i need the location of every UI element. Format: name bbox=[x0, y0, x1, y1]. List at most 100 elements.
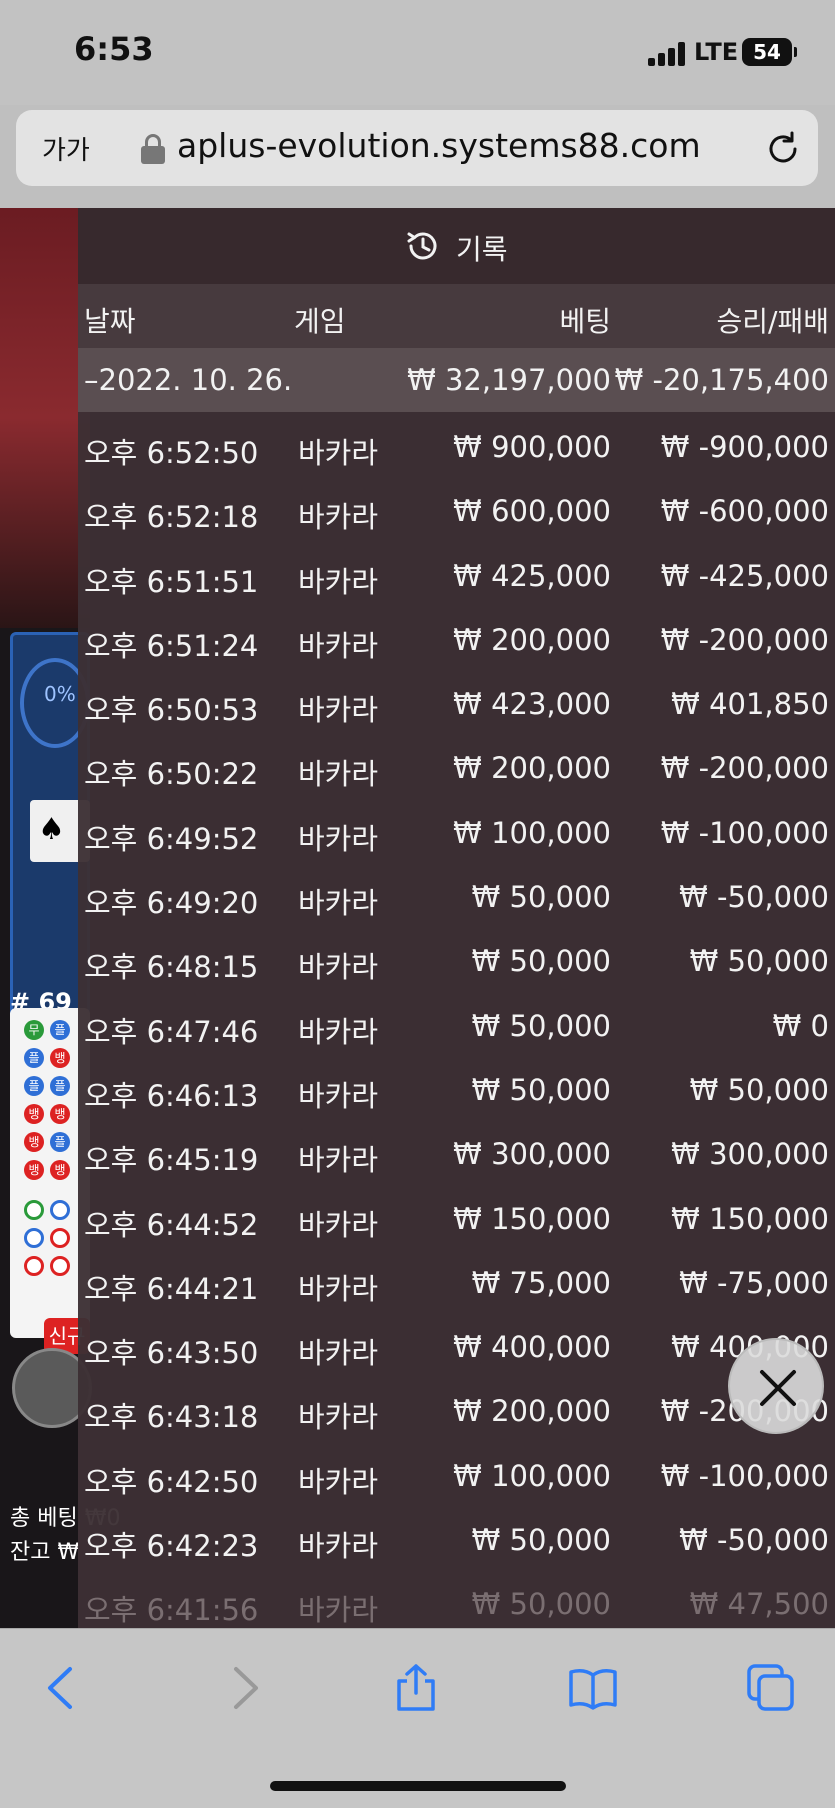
forward-icon[interactable] bbox=[218, 1663, 268, 1713]
row-bet: ₩ 50,000 bbox=[471, 1523, 611, 1558]
timer-percent: 0% bbox=[44, 682, 76, 706]
row-bet: ₩ 400,000 bbox=[453, 1330, 611, 1365]
url-text[interactable]: aplus-evolution.systems88.com bbox=[177, 126, 701, 165]
row-bet: ₩ 50,000 bbox=[471, 1072, 611, 1107]
row-time: 오후 6:51:24 bbox=[84, 628, 259, 663]
history-row[interactable]: 오후 6:48:15 바카라 ₩ 50,000 ₩ 50,000 bbox=[78, 926, 835, 990]
status-bar: 6:53 LTE 54 bbox=[0, 0, 835, 105]
signal-icon bbox=[648, 42, 686, 66]
history-row[interactable]: 오후 6:52:18 바카라 ₩ 600,000 ₩ -600,000 bbox=[78, 476, 835, 540]
row-time: 오후 6:45:19 bbox=[84, 1143, 259, 1178]
row-game: 바카라 bbox=[298, 821, 379, 856]
row-bet: ₩ 423,000 bbox=[453, 687, 611, 722]
history-row[interactable]: 오후 6:41:56 바카라 ₩ 50,000 ₩ 47,500 bbox=[78, 1569, 835, 1628]
column-date: 날짜 bbox=[84, 305, 136, 338]
row-result: ₩ -100,000 bbox=[660, 815, 829, 850]
row-time: 오후 6:52:50 bbox=[84, 436, 259, 470]
row-result: ₩ -600,000 bbox=[660, 494, 829, 529]
summary-result: ₩ -20,175,400 bbox=[614, 363, 829, 397]
history-row[interactable]: 오후 6:49:52 바카라 ₩ 100,000 ₩ -100,000 bbox=[78, 798, 835, 862]
row-bet: ₩ 50,000 bbox=[471, 1008, 611, 1043]
row-time: 오후 6:42:23 bbox=[84, 1529, 259, 1564]
column-game: 게임 bbox=[294, 305, 346, 338]
row-game: 바카라 bbox=[298, 1271, 379, 1306]
history-row[interactable]: 오후 6:43:50바카라₩ 400,000₩ 400,000 bbox=[78, 1312, 835, 1376]
history-icon bbox=[407, 232, 437, 260]
history-row[interactable]: 오후 6:49:20 바카라 ₩ 50,000 ₩ -50,000 bbox=[78, 862, 835, 926]
row-result: ₩ 47,500 bbox=[689, 1587, 829, 1622]
row-time: 오후 6:51:51 bbox=[84, 564, 259, 599]
history-row[interactable]: 오후 6:52:50 바카라 ₩ 900,000 ₩ -900,000 bbox=[78, 412, 835, 476]
summary-date: –2022. 10. 26. bbox=[84, 363, 293, 397]
history-row[interactable]: 오후 6:51:24 바카라 ₩ 200,000 ₩ -200,000 bbox=[78, 605, 835, 669]
row-time: 오후 6:50:22 bbox=[84, 757, 259, 792]
history-row[interactable]: 오후 6:44:21 바카라 ₩ 75,000 ₩ -75,000 bbox=[78, 1248, 835, 1312]
row-result: ₩ 300,000 bbox=[671, 1137, 829, 1172]
history-row[interactable]: 오후 6:42:23 바카라 ₩ 50,000 ₩ -50,000 bbox=[78, 1505, 835, 1569]
home-indicator bbox=[270, 1781, 566, 1791]
dealer-video bbox=[0, 208, 90, 628]
reload-icon[interactable] bbox=[764, 130, 802, 168]
history-row[interactable]: 오후 6:42:50 바카라 ₩ 100,000 ₩ -100,000 bbox=[78, 1441, 835, 1505]
lock-icon bbox=[141, 134, 165, 164]
row-result: ₩ -425,000 bbox=[660, 558, 829, 593]
row-result: ₩ 401,850 bbox=[671, 687, 829, 722]
history-row[interactable]: 오후 6:43:18바카라₩ 200,000₩ -200,000 bbox=[78, 1376, 835, 1440]
history-row[interactable]: 오후 6:44:52 바카라 ₩ 150,000 ₩ 150,000 bbox=[78, 1184, 835, 1248]
row-bet: ₩ 200,000 bbox=[453, 1394, 611, 1429]
row-time: 오후 6:44:21 bbox=[84, 1271, 259, 1306]
share-icon[interactable] bbox=[391, 1663, 441, 1713]
history-row[interactable]: 오후 6:50:53 바카라 ₩ 423,000 ₩ 401,850 bbox=[78, 669, 835, 733]
history-column-headers: 날짜 게임 베팅 승리/패배 bbox=[78, 284, 835, 348]
history-header: 기록 bbox=[78, 208, 835, 284]
row-game: 바카라 bbox=[298, 1078, 379, 1113]
history-row[interactable]: 오후 6:47:46 바카라 ₩ 50,000 ₩ 0 bbox=[78, 991, 835, 1055]
row-bet: ₩ 600,000 bbox=[453, 494, 611, 529]
row-game: 바카라 bbox=[298, 1529, 379, 1564]
balance-label: 잔고 ₩ bbox=[10, 1540, 80, 1565]
network-label: LTE bbox=[694, 38, 739, 66]
row-result: ₩ 0 bbox=[772, 1008, 829, 1043]
close-button[interactable] bbox=[728, 1338, 824, 1434]
row-bet: ₩ 150,000 bbox=[453, 1201, 611, 1236]
row-result: ₩ -75,000 bbox=[679, 1265, 829, 1300]
row-result: ₩ 150,000 bbox=[671, 1201, 829, 1236]
bookmarks-icon[interactable] bbox=[568, 1663, 618, 1713]
history-row[interactable]: 오후 6:46:13 바카라 ₩ 50,000 ₩ 50,000 bbox=[78, 1055, 835, 1119]
row-game: 바카라 bbox=[298, 1593, 379, 1628]
row-bet: ₩ 200,000 bbox=[453, 751, 611, 786]
history-row[interactable]: 오후 6:45:19 바카라 ₩ 300,000 ₩ 300,000 bbox=[78, 1119, 835, 1183]
row-game: 바카라 bbox=[298, 1143, 379, 1178]
text-size-button[interactable]: 가가 bbox=[42, 130, 90, 167]
row-time: 오후 6:46:13 bbox=[84, 1078, 259, 1113]
tabs-icon[interactable] bbox=[746, 1663, 796, 1713]
row-bet: ₩ 900,000 bbox=[453, 430, 611, 464]
row-result: ₩ -200,000 bbox=[660, 751, 829, 786]
row-game: 바카라 bbox=[298, 564, 379, 599]
row-result: ₩ -50,000 bbox=[679, 880, 829, 915]
history-row[interactable]: 오후 6:51:51 바카라 ₩ 425,000 ₩ -425,000 bbox=[78, 541, 835, 605]
row-result: ₩ -50,000 bbox=[679, 1523, 829, 1558]
row-bet: ₩ 425,000 bbox=[453, 558, 611, 593]
row-bet: ₩ 75,000 bbox=[471, 1265, 611, 1300]
row-game: 바카라 bbox=[298, 1464, 379, 1499]
row-game: 바카라 bbox=[298, 693, 379, 728]
row-game: 바카라 bbox=[298, 950, 379, 985]
row-game: 바카라 bbox=[298, 1400, 379, 1435]
row-result: ₩ 50,000 bbox=[689, 1072, 829, 1107]
row-time: 오후 6:41:56 bbox=[84, 1593, 259, 1628]
row-game: 바카라 bbox=[298, 436, 379, 470]
column-bet: 베팅 bbox=[559, 305, 611, 338]
address-bar[interactable]: 가가 aplus-evolution.systems88.com bbox=[16, 110, 818, 186]
row-time: 오후 6:50:53 bbox=[84, 693, 259, 728]
summary-bet: ₩ 32,197,000 bbox=[407, 363, 611, 397]
row-bet: ₩ 50,000 bbox=[471, 944, 611, 979]
battery-icon: 54 bbox=[742, 38, 797, 66]
row-game: 바카라 bbox=[298, 1207, 379, 1242]
back-icon[interactable] bbox=[38, 1663, 88, 1713]
row-time: 오후 6:49:20 bbox=[84, 886, 259, 921]
row-game: 바카라 bbox=[298, 1014, 379, 1049]
row-bet: ₩ 200,000 bbox=[453, 622, 611, 657]
date-summary-row[interactable]: –2022. 10. 26. ₩ 32,197,000 ₩ -20,175,40… bbox=[78, 348, 835, 412]
history-row[interactable]: 오후 6:50:22 바카라 ₩ 200,000 ₩ -200,000 bbox=[78, 733, 835, 797]
